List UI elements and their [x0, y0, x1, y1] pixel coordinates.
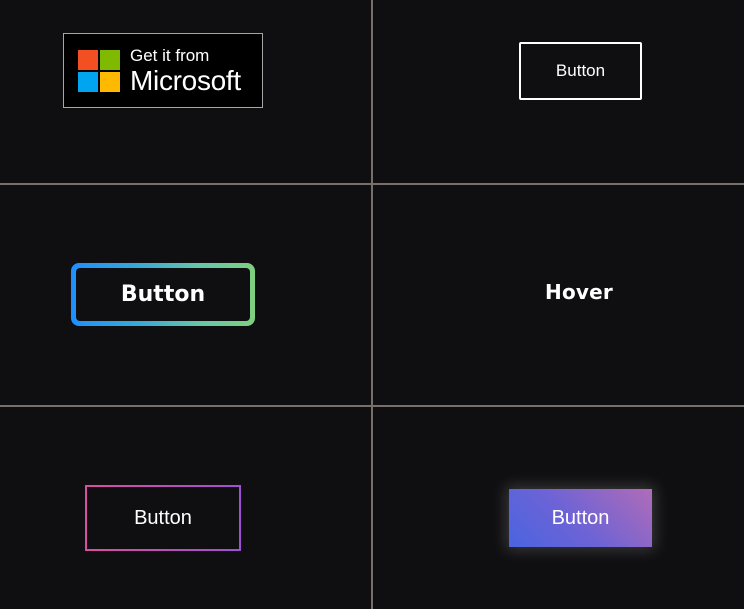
glow-gradient-button[interactable]: Button — [509, 489, 652, 547]
outline-button[interactable]: Button — [519, 42, 642, 100]
badge-text: Get it from Microsoft — [130, 47, 241, 95]
logo-green-square — [100, 49, 120, 70]
microsoft-logo-icon — [78, 49, 120, 92]
gradient-border-button[interactable]: Button — [71, 263, 255, 326]
pink-border-button[interactable]: Button — [85, 485, 241, 551]
logo-red-square — [78, 49, 98, 70]
get-it-from-microsoft-badge[interactable]: Get it from Microsoft — [63, 33, 263, 108]
gradient-border-button-label: Button — [76, 268, 250, 321]
logo-yellow-square — [100, 71, 120, 92]
button-gallery: Get it from Microsoft Button Button Hove… — [0, 0, 744, 609]
logo-blue-square — [78, 71, 98, 92]
badge-small-text: Get it from — [130, 45, 210, 65]
badge-big-text: Microsoft — [130, 64, 241, 96]
hover-button[interactable]: Hover — [545, 280, 613, 304]
